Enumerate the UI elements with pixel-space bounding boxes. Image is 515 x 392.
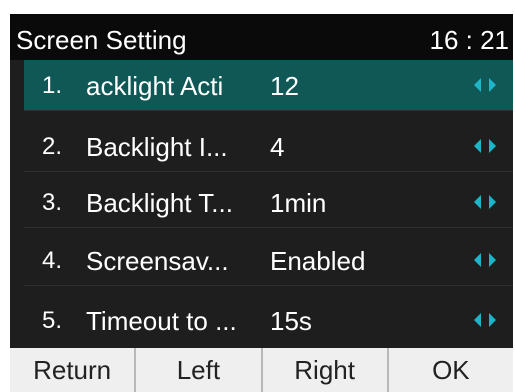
item-value: 15s	[270, 306, 312, 336]
left-right-arrows-icon[interactable]	[473, 194, 497, 210]
return-softkey[interactable]: Return	[10, 348, 137, 392]
item-label: Screensav...	[86, 246, 229, 276]
right-softkey[interactable]: Right	[263, 348, 389, 392]
item-number: 1.	[42, 72, 63, 99]
item-number: 2.	[42, 133, 63, 160]
list-item-timeout[interactable]: 5. Timeout to ... 15s	[24, 295, 513, 345]
item-number: 4.	[42, 247, 63, 274]
item-number: 5.	[42, 307, 63, 334]
left-right-arrows-icon[interactable]	[473, 77, 497, 93]
clock: 16 : 21	[429, 25, 509, 55]
item-value: Enabled	[270, 246, 366, 276]
left-right-arrows-icon[interactable]	[473, 138, 497, 154]
phone-screen: Screen Setting 16 : 21 1. acklight Acti …	[10, 14, 513, 392]
divider	[24, 171, 513, 172]
item-label: Timeout to ...	[86, 306, 237, 336]
item-value: 4	[270, 132, 285, 162]
list-item-backlight-inactive[interactable]: 2. Backlight I... 4	[24, 121, 513, 171]
divider	[24, 110, 513, 111]
item-value: 1min	[270, 188, 327, 218]
item-label: acklight Acti	[86, 71, 224, 101]
ok-softkey[interactable]: OK	[389, 348, 513, 392]
left-softkey[interactable]: Left	[136, 348, 263, 392]
list-item-backlight-active[interactable]: 1. acklight Acti 12	[24, 60, 513, 110]
item-value: 12	[270, 71, 299, 101]
item-label: Backlight I...	[86, 132, 228, 162]
title-bar: Screen Setting 16 : 21	[10, 14, 513, 60]
item-label: Backlight T...	[86, 188, 233, 218]
list-item-backlight-time[interactable]: 3. Backlight T... 1min	[24, 177, 513, 227]
list-item-screensaver[interactable]: 4. Screensav... Enabled	[24, 235, 513, 285]
left-right-arrows-icon[interactable]	[473, 252, 497, 268]
divider	[24, 227, 513, 228]
item-number: 3.	[42, 189, 63, 216]
divider	[24, 285, 513, 286]
page-title: Screen Setting	[16, 25, 187, 55]
left-right-arrows-icon[interactable]	[473, 312, 497, 328]
softkey-bar: Return Left Right OK	[10, 348, 513, 392]
